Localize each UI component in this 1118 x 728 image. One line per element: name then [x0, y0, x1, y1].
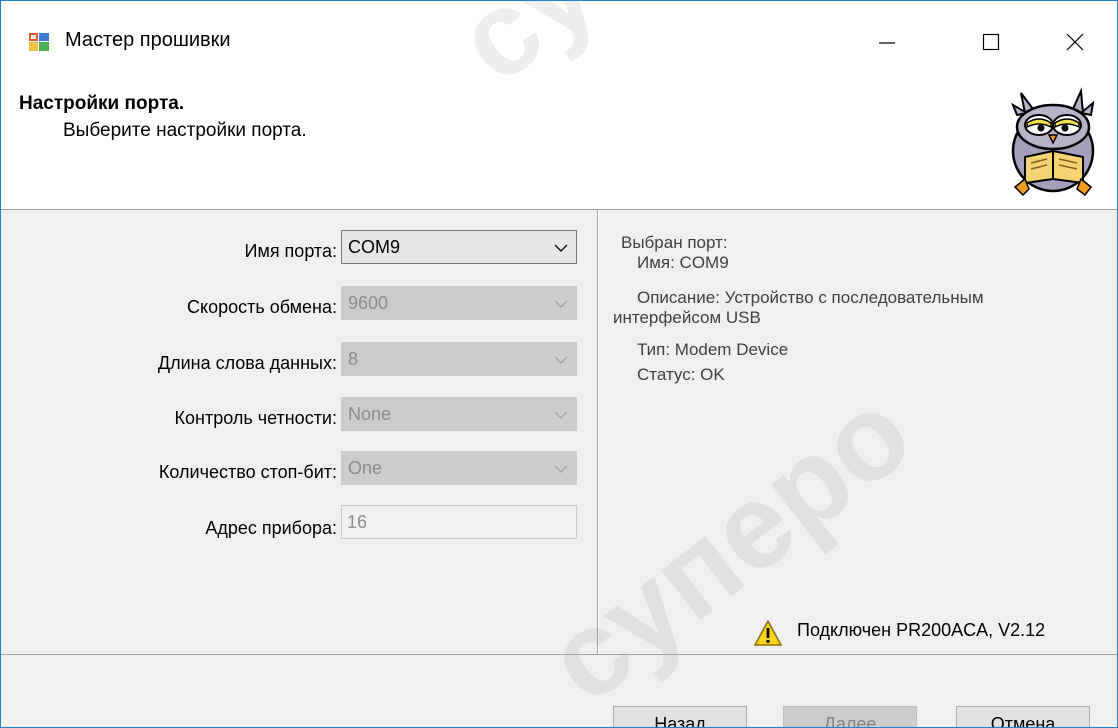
- port-info-panel: [599, 210, 1117, 654]
- stop-bits-value: One: [348, 458, 383, 478]
- back-button[interactable]: Назад: [613, 706, 747, 727]
- chevron-down-icon: [554, 411, 568, 419]
- maximize-icon: [982, 33, 1000, 51]
- baud-rate-value: 9600: [348, 293, 389, 313]
- warning-icon: [754, 620, 782, 646]
- port-info-heading: Выбран порт:: [621, 233, 728, 252]
- firmware-wizard-window: Мастер прошивки Настройки порта. Выберит…: [0, 0, 1118, 728]
- chevron-down-icon: [554, 465, 568, 473]
- stop-bits-combo[interactable]: One: [341, 451, 577, 485]
- page-subtitle: Выберите настройки порта.: [63, 120, 307, 141]
- minimize-icon: [879, 42, 895, 44]
- stop-bits-label: Количество стоп-бит:: [158, 462, 337, 482]
- parity-value: None: [348, 404, 392, 424]
- baud-rate-label: Скорость обмена:: [187, 297, 337, 317]
- port-settings-panel: [1, 210, 597, 654]
- wizard-header: Настройки порта. Выберите настройки порт…: [1, 83, 1117, 210]
- port-name-label: Имя порта:: [244, 241, 338, 261]
- next-button[interactable]: Далее: [783, 706, 917, 727]
- chevron-down-icon: [554, 356, 568, 364]
- wizard-footer: Назад Далее Отмена: [1, 654, 1117, 727]
- port-name-value: COM9: [348, 237, 401, 257]
- parity-label: Контроль четности:: [174, 408, 337, 428]
- close-icon: [1066, 33, 1084, 51]
- device-address-label: Адрес прибора:: [205, 518, 337, 538]
- port-info-description: Описание: Устройство с последовательным: [637, 288, 984, 307]
- port-info-description-cont: интерфейсом USB: [613, 308, 761, 327]
- owl-reading-book-icon: [1011, 87, 1095, 197]
- cancel-button[interactable]: Отмена: [956, 706, 1090, 727]
- data-bits-label: Длина слова данных:: [157, 353, 337, 373]
- connection-status: Подключен PR200ACA, V2.12: [797, 620, 1046, 640]
- title-bar[interactable]: Мастер прошивки: [1, 1, 1117, 83]
- device-address-value: 16: [347, 512, 368, 532]
- port-info-name: Имя: COM9: [637, 253, 729, 272]
- page-title: Настройки порта.: [19, 93, 185, 114]
- minimize-button[interactable]: [841, 1, 933, 83]
- chevron-down-icon: [554, 244, 568, 252]
- chevron-down-icon: [554, 300, 568, 308]
- port-info-status: Статус: OK: [637, 365, 725, 384]
- device-address-input[interactable]: 16: [341, 505, 577, 539]
- data-bits-value: 8: [348, 349, 359, 369]
- data-bits-combo[interactable]: 8: [341, 342, 577, 376]
- window-title: Мастер прошивки: [65, 29, 231, 51]
- port-name-combo[interactable]: COM9: [341, 230, 577, 264]
- parity-combo[interactable]: None: [341, 397, 577, 431]
- close-button[interactable]: [1029, 1, 1117, 83]
- maximize-button[interactable]: [945, 1, 1037, 83]
- port-info-type: Тип: Modem Device: [637, 340, 789, 359]
- app-icon: [29, 33, 49, 51]
- baud-rate-combo[interactable]: 9600: [341, 286, 577, 320]
